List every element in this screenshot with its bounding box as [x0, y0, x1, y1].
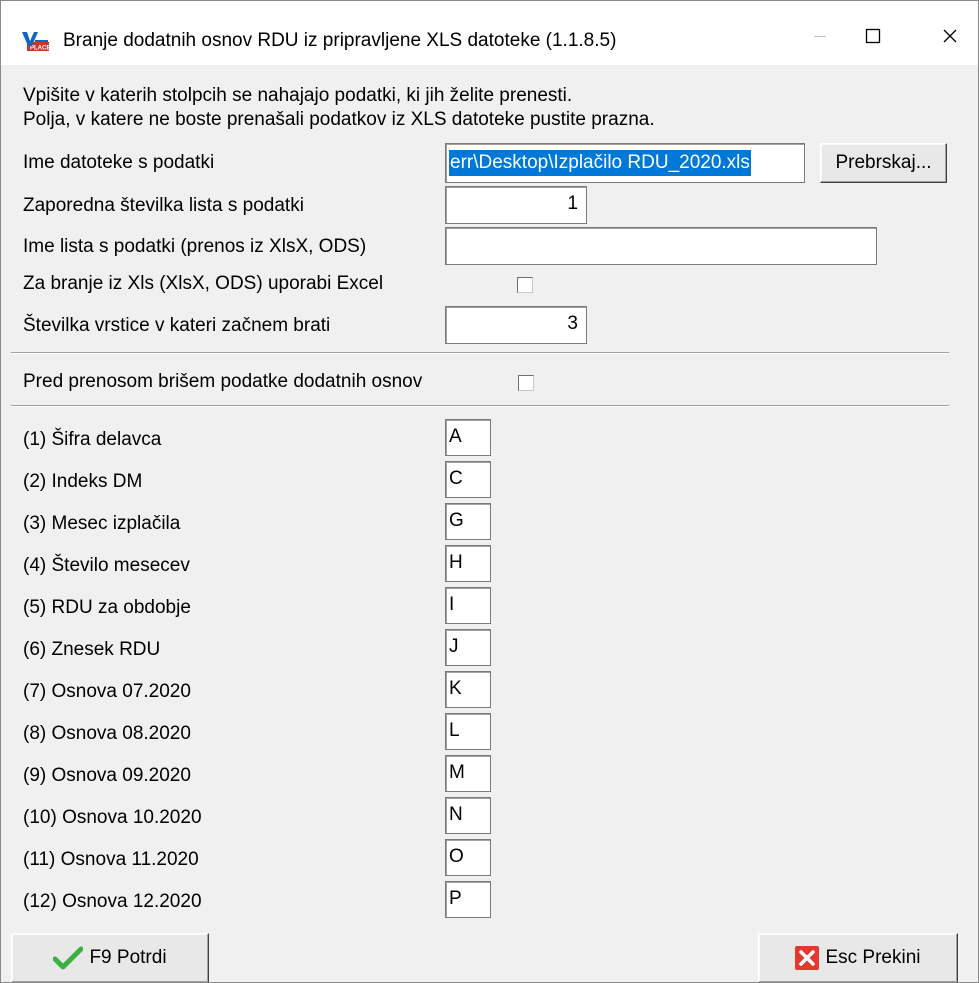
column-input[interactable]: H [445, 545, 491, 582]
sheet-number-label: Zaporedna številka lista s podatki [23, 195, 304, 216]
file-input[interactable]: err\Desktop\Izplačilo RDU_2020.xls [445, 143, 805, 183]
column-input[interactable]: N [445, 797, 491, 834]
column-label: (11) Osnova 11.2020 [23, 849, 199, 870]
maximize-button[interactable] [851, 26, 895, 56]
maximize-icon [865, 28, 881, 44]
column-label: (1) Šifra delavca [23, 429, 162, 450]
column-input[interactable]: M [445, 755, 491, 792]
column-label: (12) Osnova 12.2020 [23, 891, 202, 912]
column-input[interactable]: G [445, 503, 491, 540]
column-label: (10) Osnova 10.2020 [23, 807, 202, 828]
column-input[interactable]: I [445, 587, 491, 624]
separator-1 [11, 352, 949, 354]
confirm-button[interactable]: F9 Potrdi [11, 933, 209, 982]
close-button[interactable] [928, 26, 972, 56]
browse-button[interactable]: Prebrskaj... [820, 143, 947, 183]
svg-text:PLACE: PLACE [30, 46, 50, 52]
column-input[interactable]: C [445, 461, 491, 498]
dialog-content: Vpišite v katerih stolpcih se nahajajo p… [1, 65, 978, 982]
start-row-input[interactable]: 3 [445, 306, 587, 344]
close-icon [943, 29, 957, 43]
sheet-name-label: Ime lista s podatki (prenos iz XlsX, ODS… [23, 236, 367, 257]
checkmark-icon [53, 946, 84, 970]
delete-data-checkbox[interactable] [518, 375, 534, 391]
browse-button-label: Prebrskaj... [835, 152, 932, 173]
column-input[interactable]: P [445, 881, 491, 918]
delete-data-label: Pred prenosom brišem podatke dodatnih os… [23, 371, 423, 392]
title-bar: PLACE Branje dodatnih osnov RDU iz pripr… [1, 1, 978, 65]
minimize-icon [814, 36, 826, 37]
column-label: (6) Znesek RDU [23, 639, 161, 660]
column-input[interactable]: K [445, 671, 491, 708]
column-input[interactable]: L [445, 713, 491, 750]
vasco-app-icon: PLACE [21, 30, 51, 52]
window-title: Branje dodatnih osnov RDU iz pripravljen… [63, 30, 617, 51]
start-row-label: Številka vrstice v kateri začnem brati [23, 315, 331, 336]
use-excel-label: Za branje iz Xls (XlsX, ODS) uporabi Exc… [23, 273, 384, 294]
sheet-number-input[interactable]: 1 [445, 186, 587, 224]
column-label: (4) Število mesecev [23, 555, 190, 576]
column-input[interactable]: A [445, 419, 491, 456]
cancel-x-icon [795, 946, 820, 970]
minimize-button[interactable] [798, 26, 842, 56]
column-label: (9) Osnova 09.2020 [23, 765, 191, 786]
dialog-window: PLACE Branje dodatnih osnov RDU iz pripr… [0, 0, 979, 983]
file-input-value: err\Desktop\Izplačilo RDU_2020.xls [449, 150, 751, 176]
sheet-name-input[interactable] [445, 227, 877, 265]
file-label: Ime datoteke s podatki [23, 152, 215, 173]
cancel-button[interactable]: Esc Prekini [758, 933, 958, 982]
column-label: (3) Mesec izplačila [23, 513, 181, 534]
intro-line-1: Vpišite v katerih stolpcih se nahajajo p… [23, 85, 573, 106]
confirm-button-label: F9 Potrdi [89, 947, 167, 968]
column-label: (7) Osnova 07.2020 [23, 681, 191, 702]
column-label: (8) Osnova 08.2020 [23, 723, 191, 744]
separator-2 [11, 405, 949, 407]
column-label: (5) RDU za obdobje [23, 597, 191, 618]
column-label: (2) Indeks DM [23, 471, 143, 492]
column-input[interactable]: J [445, 629, 491, 666]
intro-line-2: Polja, v katere ne boste prenašali podat… [23, 109, 655, 130]
column-input[interactable]: O [445, 839, 491, 876]
cancel-button-label: Esc Prekini [825, 947, 921, 968]
use-excel-checkbox[interactable] [517, 277, 533, 293]
